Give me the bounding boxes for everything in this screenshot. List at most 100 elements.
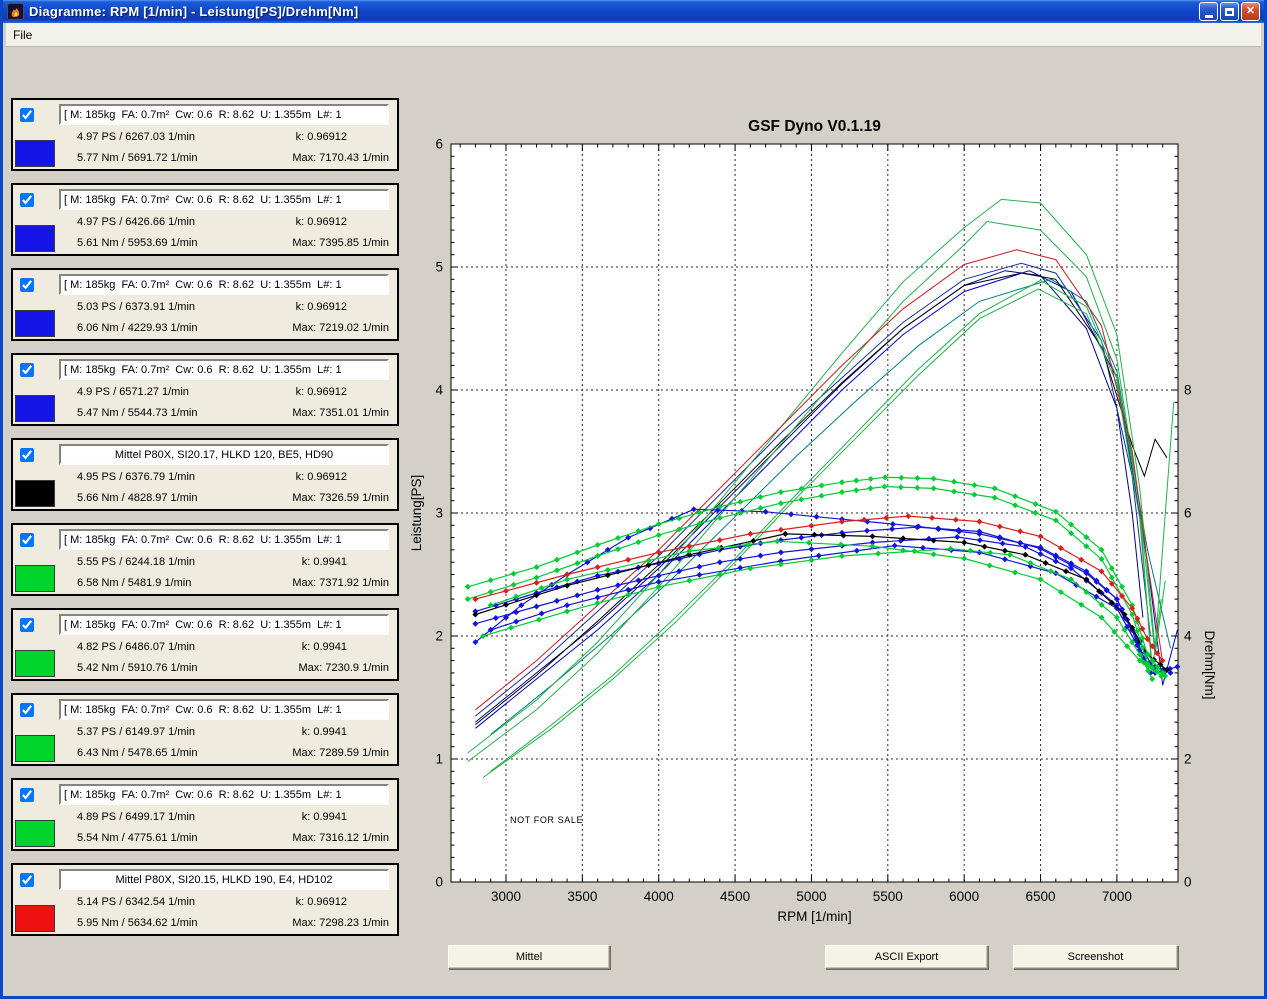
stat-max: Max: 7316.12 1/min <box>292 832 389 844</box>
stat-k: k: 0.96912 <box>296 386 389 398</box>
color-swatch <box>15 480 55 507</box>
dataset-entry: 4.82 PS / 6486.07 1/min k: 0.9941 5.42 N… <box>11 608 399 681</box>
color-swatch <box>15 140 55 167</box>
svg-text:5500: 5500 <box>873 889 903 904</box>
maximize-button[interactable] <box>1220 2 1239 21</box>
dataset-header-field[interactable] <box>59 104 389 125</box>
stat-power: 4.97 PS / 6426.66 1/min <box>59 216 195 228</box>
stat-torque: 6.06 Nm / 4229.93 1/min <box>59 322 197 334</box>
stat-max: Max: 7298.23 1/min <box>292 917 389 929</box>
svg-text:0: 0 <box>435 875 443 890</box>
x-axis-label: RPM [1/min] <box>777 909 851 924</box>
stat-k: k: 0.96912 <box>296 301 389 313</box>
svg-text:6: 6 <box>435 137 443 152</box>
color-swatch <box>15 735 55 762</box>
dataset-checkbox[interactable] <box>20 533 34 547</box>
svg-text:5000: 5000 <box>796 889 826 904</box>
stat-max: Max: 7326.59 1/min <box>292 492 389 504</box>
dataset-checkbox[interactable] <box>20 873 34 887</box>
mittel-button[interactable]: Mittel <box>448 945 610 969</box>
svg-text:4000: 4000 <box>644 889 674 904</box>
stat-torque: 6.43 Nm / 5478.65 1/min <box>59 747 197 759</box>
svg-text:4: 4 <box>1184 629 1192 644</box>
screenshot-button[interactable]: Screenshot <box>1013 945 1178 969</box>
maximize-icon <box>1225 8 1234 16</box>
stat-k: k: 0.9941 <box>302 811 389 823</box>
svg-text:6500: 6500 <box>1026 889 1056 904</box>
plot-area <box>451 144 1178 882</box>
app-window: Diagramme: RPM [1/min] - Leistung[PS]/Dr… <box>0 0 1267 999</box>
dataset-stats: 4.89 PS / 6499.17 1/min k: 0.9941 5.54 N… <box>59 806 389 848</box>
dataset-stats: 5.03 PS / 6373.91 1/min k: 0.96912 6.06 … <box>59 296 389 338</box>
color-swatch <box>15 905 55 932</box>
dataset-header-field[interactable] <box>59 529 389 550</box>
color-swatch <box>15 225 55 252</box>
dataset-checkbox[interactable] <box>20 788 34 802</box>
dataset-checkbox[interactable] <box>20 108 34 122</box>
stat-power: 4.95 PS / 6376.79 1/min <box>59 471 195 483</box>
minimize-button[interactable] <box>1199 2 1218 21</box>
dataset-header-field[interactable] <box>59 444 389 465</box>
svg-text:1: 1 <box>435 752 443 767</box>
dataset-stats: 4.95 PS / 6376.79 1/min k: 0.96912 5.66 … <box>59 466 389 508</box>
svg-text:2: 2 <box>1184 752 1192 767</box>
stat-max: Max: 7230.9 1/min <box>299 662 390 674</box>
stat-power: 4.82 PS / 6486.07 1/min <box>59 641 195 653</box>
svg-text:4500: 4500 <box>720 889 750 904</box>
dataset-checkbox[interactable] <box>20 703 34 717</box>
window-controls: ✕ <box>1199 2 1264 21</box>
stat-k: k: 0.96912 <box>296 131 389 143</box>
dataset-header-field[interactable] <box>59 274 389 295</box>
dataset-checkbox[interactable] <box>20 618 34 632</box>
dataset-header-field[interactable] <box>59 699 389 720</box>
dyno-chart: 3000350040004500500055006000650070000123… <box>403 100 1218 945</box>
svg-text:6000: 6000 <box>949 889 979 904</box>
titlebar: Diagramme: RPM [1/min] - Leistung[PS]/Dr… <box>3 0 1264 23</box>
color-swatch <box>15 650 55 677</box>
svg-text:8: 8 <box>1184 383 1192 398</box>
dataset-header-field[interactable] <box>59 359 389 380</box>
ascii-export-button[interactable]: ASCII Export <box>825 945 988 969</box>
stat-k: k: 0.9941 <box>302 726 389 738</box>
dataset-entry: 4.9 PS / 6571.27 1/min k: 0.96912 5.47 N… <box>11 353 399 426</box>
stat-max: Max: 7289.59 1/min <box>292 747 389 759</box>
dataset-checkbox[interactable] <box>20 193 34 207</box>
svg-text:6: 6 <box>1184 506 1192 521</box>
dataset-entry: 4.95 PS / 6376.79 1/min k: 0.96912 5.66 … <box>11 438 399 511</box>
stat-power: 5.55 PS / 6244.18 1/min <box>59 556 195 568</box>
stat-torque: 5.42 Nm / 5910.76 1/min <box>59 662 197 674</box>
stat-k: k: 0.96912 <box>296 216 389 228</box>
dataset-entry: 5.37 PS / 6149.97 1/min k: 0.9941 6.43 N… <box>11 693 399 766</box>
color-swatch <box>15 395 55 422</box>
dataset-stats: 5.55 PS / 6244.18 1/min k: 0.9941 6.58 N… <box>59 551 389 593</box>
watermark: NOT FOR SALE <box>510 815 583 825</box>
dataset-checkbox[interactable] <box>20 448 34 462</box>
dataset-checkbox[interactable] <box>20 363 34 377</box>
color-swatch <box>15 565 55 592</box>
stat-power: 4.89 PS / 6499.17 1/min <box>59 811 195 823</box>
dataset-stats: 4.9 PS / 6571.27 1/min k: 0.96912 5.47 N… <box>59 381 389 423</box>
stat-torque: 5.47 Nm / 5544.73 1/min <box>59 407 197 419</box>
menu-item-file[interactable]: File <box>6 26 39 44</box>
stat-max: Max: 7395.85 1/min <box>292 237 389 249</box>
stat-max: Max: 7170.43 1/min <box>292 152 389 164</box>
dataset-checkbox[interactable] <box>20 278 34 292</box>
minimize-icon <box>1205 15 1213 18</box>
svg-text:3000: 3000 <box>491 889 521 904</box>
left-axis-label: Leistung[PS] <box>409 475 424 552</box>
dataset-entry: 5.55 PS / 6244.18 1/min k: 0.9941 6.58 N… <box>11 523 399 596</box>
dataset-header-field[interactable] <box>59 614 389 635</box>
dataset-panel: 4.97 PS / 6267.03 1/min k: 0.96912 5.77 … <box>11 98 399 948</box>
close-button[interactable]: ✕ <box>1241 2 1260 21</box>
stat-power: 4.9 PS / 6571.27 1/min <box>59 386 189 398</box>
dataset-stats: 4.97 PS / 6426.66 1/min k: 0.96912 5.61 … <box>59 211 389 253</box>
svg-text:0: 0 <box>1184 875 1192 890</box>
dataset-entry: 4.97 PS / 6426.66 1/min k: 0.96912 5.61 … <box>11 183 399 256</box>
dataset-header-field[interactable] <box>59 869 389 890</box>
app-icon <box>7 3 24 20</box>
color-swatch <box>15 310 55 337</box>
dataset-header-field[interactable] <box>59 784 389 805</box>
svg-text:4: 4 <box>435 383 443 398</box>
stat-torque: 5.66 Nm / 4828.97 1/min <box>59 492 197 504</box>
dataset-header-field[interactable] <box>59 189 389 210</box>
